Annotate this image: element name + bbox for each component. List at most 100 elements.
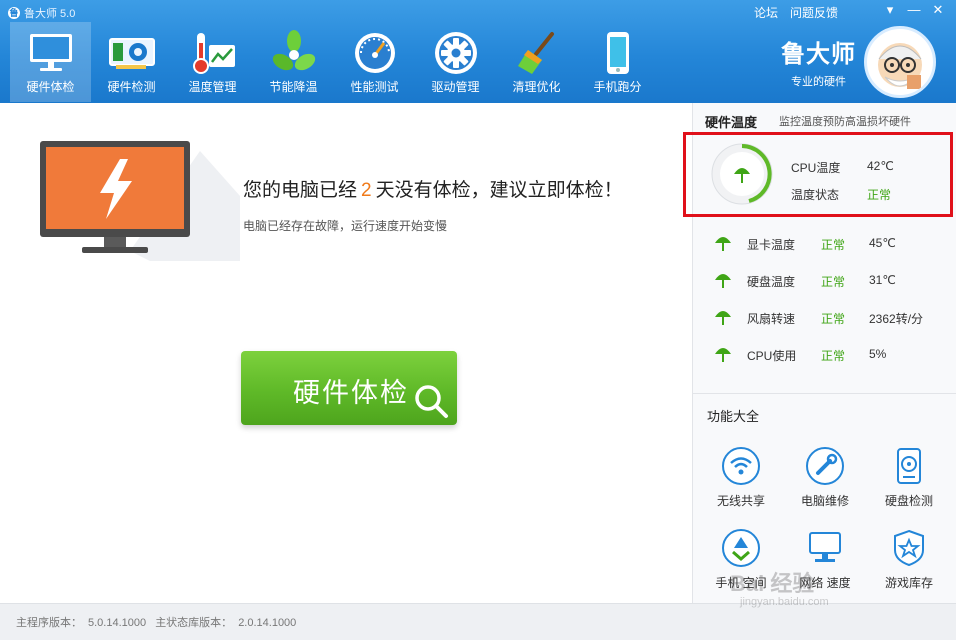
divider [693, 393, 956, 394]
row-value: 31℃ [869, 273, 896, 287]
main-version-value: 5.0.14.1000 [88, 617, 147, 629]
tab-cleanup[interactable]: 清理优化 [496, 22, 577, 102]
app-title-text: 鲁大师 5.0 [24, 8, 76, 20]
tab-label: 硬件检测 [107, 80, 156, 94]
top-bar: 鲁 鲁大师 5.0 论坛 问题反馈 ▾ — ✕ 硬件体检 硬件检测 温度管理 节… [0, 0, 956, 103]
hardware-temp-hint: 监控温度预防高温损坏硬件 [779, 116, 911, 128]
close-button[interactable]: ✕ [930, 2, 946, 18]
tab-energy-cooling[interactable]: 节能降温 [253, 22, 334, 102]
network-icon [805, 528, 845, 568]
recycle-icon [721, 528, 761, 568]
tab-hardware-detect[interactable]: 硬件检测 [91, 22, 172, 102]
harddisk-icon [889, 446, 929, 486]
tab-label: 驱动管理 [431, 80, 480, 94]
title-links: 论坛 问题反馈 [754, 4, 838, 21]
cpu-temp-label: CPU温度 [791, 161, 841, 175]
func-network-speed[interactable]: 网络 速度 [785, 528, 865, 591]
shield-star-icon [889, 528, 929, 568]
temp-state-row: 温度状态 正常 [791, 186, 891, 203]
checkup-message-suffix: 天没有体检，建议立即体检！ [375, 180, 623, 201]
checkup-panel: 您的电脑已经 2 天没有体检，建议立即体检！ 电脑已经存在故障，运行速度开始变慢 硬… [0, 103, 692, 603]
graphics-card-icon [107, 28, 157, 78]
tab-temperature[interactable]: 温度管理 [172, 22, 253, 102]
hardware-temp-title: 硬件温度 [705, 115, 758, 130]
magnifier-icon [413, 383, 451, 428]
row-label: 显卡温度 [747, 238, 796, 252]
func-label: 电脑维修 [800, 494, 849, 508]
checkup-button-label: 硬件体检 [293, 378, 409, 408]
tab-phone-benchmark[interactable]: 手机跑分 [577, 22, 658, 102]
wrench-icon [805, 446, 845, 486]
row-status: 正常 [821, 349, 846, 363]
checkup-message: 您的电脑已经 2 天没有体检，建议立即体检！ [243, 175, 623, 202]
thermometer-icon [188, 28, 238, 78]
tab-label: 手机跑分 [593, 80, 642, 94]
row-value: 45℃ [869, 236, 896, 250]
cpu-temp-value: 42℃ [867, 159, 894, 173]
func-game-library[interactable]: 游戏库存 [869, 528, 949, 591]
wifi-icon [721, 446, 761, 486]
row-status: 正常 [821, 312, 846, 326]
status-bar: 主程序版本： 5.0.14.1000 主状态库版本： 2.0.14.1000 [0, 603, 956, 640]
func-label: 游戏库存 [884, 576, 933, 590]
phone-icon [593, 28, 643, 78]
func-label: 网络 速度 [799, 576, 851, 590]
mascot-avatar[interactable] [864, 26, 936, 98]
tab-hardware-checkup[interactable]: 硬件体检 [10, 22, 91, 102]
temp-state-value: 正常 [867, 188, 892, 202]
func-disk-check[interactable]: 硬盘检测 [869, 446, 949, 509]
temp-state-label: 温度状态 [791, 188, 840, 202]
gear-icon [431, 28, 481, 78]
brand-slogan: 专业的硬件 [791, 76, 846, 88]
hardware-checkup-button[interactable]: 硬件体检 [241, 351, 457, 425]
func-phone-space[interactable]: 手机 空间 [701, 528, 781, 591]
func-pc-repair[interactable]: 电脑维修 [785, 446, 865, 509]
row-status: 正常 [821, 238, 846, 252]
row-label: 硬盘温度 [747, 275, 796, 289]
row-label: CPU使用 [747, 349, 797, 363]
cpu-temp-row: CPU温度 42℃ [791, 159, 894, 176]
brand-name: 鲁大师 [781, 41, 856, 68]
row-value: 5% [869, 347, 887, 361]
umbrella-icon [713, 270, 733, 293]
func-label: 无线共享 [716, 494, 765, 508]
hardware-temp-panel: 硬件温度 监控温度预防高温损坏硬件 CPU温度 42℃ 温度状态 正常 显卡温度… [683, 103, 956, 603]
tab-label: 温度管理 [188, 80, 237, 94]
checkup-subtext: 电脑已经存在故障，运行速度开始变慢 [243, 219, 448, 233]
db-version-value: 2.0.14.1000 [238, 617, 297, 629]
forum-link[interactable]: 论坛 [754, 4, 778, 21]
days-count: 2 [361, 180, 372, 201]
func-label: 硬盘检测 [884, 494, 933, 508]
minimize-button[interactable]: — [906, 2, 922, 18]
fan-icon [269, 28, 319, 78]
app-logo-icon: 鲁 [8, 7, 20, 19]
umbrella-icon [713, 233, 733, 256]
tab-label: 硬件体检 [26, 80, 75, 94]
brand: 鲁大师 专业的硬件 [781, 34, 856, 89]
tab-label: 节能降温 [269, 80, 318, 94]
main-version-label: 主程序版本： [16, 617, 82, 629]
umbrella-icon [713, 344, 733, 367]
main-nav: 硬件体检 硬件检测 温度管理 节能降温 性能测试 驱动管理 清理优化 手机跑分 [10, 22, 658, 102]
row-value: 2362转/分 [869, 312, 924, 326]
row-status: 正常 [821, 275, 846, 289]
window-controls: ▾ — ✕ [882, 2, 946, 18]
title-bar: 鲁 鲁大师 5.0 论坛 问题反馈 ▾ — ✕ [0, 0, 956, 24]
tab-performance[interactable]: 性能测试 [334, 22, 415, 102]
checkup-message-prefix: 您的电脑已经 [243, 180, 358, 201]
db-version-label: 主状态库版本： [155, 617, 233, 629]
row-label: 风扇转速 [747, 312, 796, 326]
cpu-temp-gauge [709, 141, 775, 212]
features-title: 功能大全 [707, 409, 760, 424]
monitor-icon [26, 28, 76, 78]
broom-icon [512, 28, 562, 78]
tab-label: 性能测试 [350, 80, 399, 94]
speedometer-icon [350, 28, 400, 78]
func-wifi-share[interactable]: 无线共享 [701, 446, 781, 509]
feedback-link[interactable]: 问题反馈 [790, 4, 838, 21]
app-title: 鲁 鲁大师 5.0 [8, 5, 75, 21]
menu-dropdown-icon[interactable]: ▾ [882, 2, 898, 18]
tab-driver-management[interactable]: 驱动管理 [415, 22, 496, 102]
umbrella-icon [713, 307, 733, 330]
func-label: 手机 空间 [715, 576, 767, 590]
